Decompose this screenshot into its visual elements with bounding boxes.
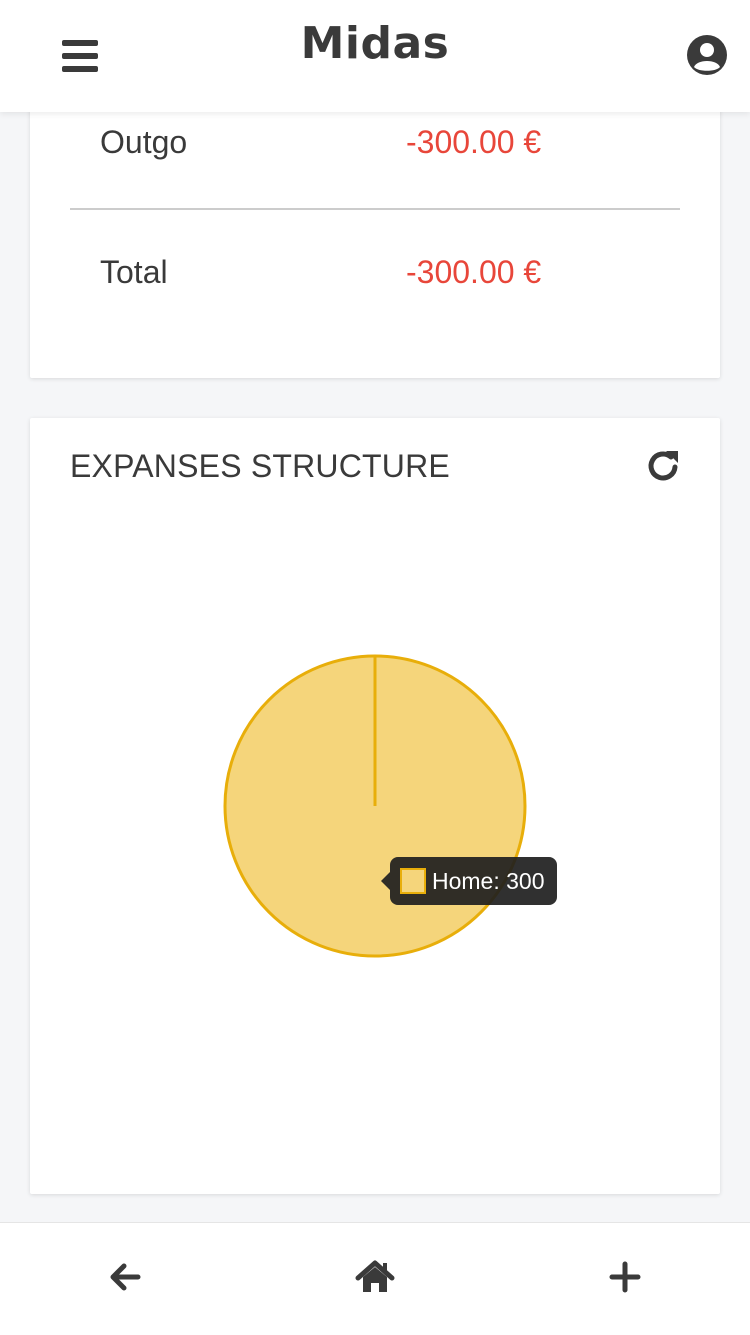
- summary-divider: [70, 208, 680, 210]
- home-icon: [355, 1260, 395, 1292]
- total-label: Total: [100, 254, 168, 290]
- outgo-value: -300.00 €: [406, 124, 542, 160]
- total-value: -300.00 €: [406, 254, 542, 290]
- outgo-label: Outgo: [100, 124, 188, 160]
- chart-tooltip: Home: 300: [381, 857, 557, 905]
- back-button[interactable]: [105, 1257, 145, 1297]
- app-title: Midas: [300, 18, 450, 69]
- plus-icon: [609, 1261, 641, 1293]
- expenses-structure-card: EXPANSES STRUCTURE Home: 300: [30, 418, 720, 1194]
- user-circle-icon: [687, 35, 727, 75]
- expenses-pie-chart: [223, 654, 527, 958]
- profile-button[interactable]: [686, 34, 728, 76]
- top-app-bar: Midas: [0, 0, 750, 112]
- arrow-left-icon: [110, 1263, 141, 1291]
- add-button[interactable]: [605, 1257, 645, 1297]
- tooltip-text: Home: 300: [432, 867, 545, 894]
- home-button[interactable]: [355, 1257, 395, 1297]
- bottom-navigation: [0, 1222, 750, 1335]
- tooltip-color-swatch: [400, 868, 426, 894]
